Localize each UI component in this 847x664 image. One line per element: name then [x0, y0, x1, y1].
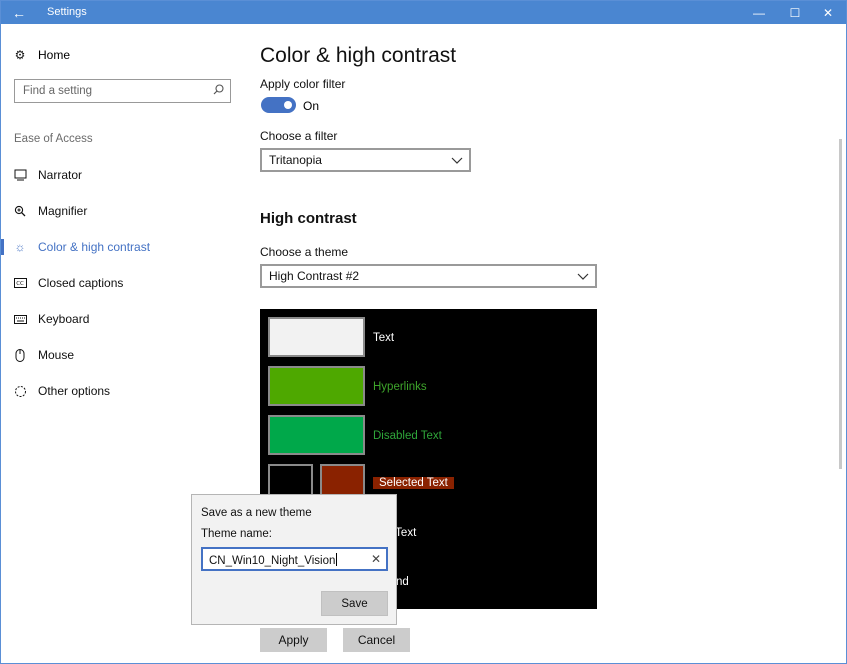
back-arrow-icon: ←	[12, 4, 26, 21]
maximize-button[interactable]: ☐	[777, 1, 813, 24]
disabled-text-color-label: Disabled Text	[373, 430, 442, 442]
sidebar-item-label: Magnifier	[38, 204, 88, 218]
filter-dropdown[interactable]: Tritanopia	[260, 148, 471, 172]
sidebar-item-keyboard[interactable]: Keyboard	[1, 301, 241, 337]
dialog-save-button[interactable]: Save	[321, 591, 388, 616]
save-theme-dialog: Save as a new theme Theme name: CN_Win10…	[191, 494, 397, 625]
dialog-title: Save as a new theme	[201, 507, 312, 519]
mouse-icon	[13, 348, 27, 362]
minimize-icon: —	[753, 5, 765, 20]
sidebar-item-label: Home	[38, 48, 71, 62]
sidebar-item-home[interactable]: ⚙ Home	[13, 48, 70, 62]
close-icon: ✕	[822, 5, 834, 20]
theme-dropdown-value: High Contrast #2	[269, 269, 360, 283]
maximize-icon: ☐	[789, 5, 801, 20]
sidebar-item-label: Other options	[38, 384, 111, 398]
theme-name-text: CN_Win10_Night_Vision	[209, 555, 336, 567]
high-contrast-heading: High contrast	[260, 210, 357, 227]
chevron-down-icon	[451, 151, 463, 172]
apply-button[interactable]: Apply	[260, 628, 327, 652]
selected-text-color-label: Selected Text	[373, 477, 454, 489]
theme-label: Choose a theme	[260, 245, 349, 259]
color-filter-label: Apply color filter	[260, 77, 346, 91]
filter-label: Choose a filter	[260, 129, 338, 143]
window-title: Settings	[47, 6, 87, 18]
sidebar-item-label: Closed captions	[38, 276, 124, 290]
sidebar-item-label: Color & high contrast	[38, 240, 151, 254]
search-placeholder: Find a setting	[23, 85, 93, 97]
theme-name-value: CN_Win10_Night_Vision	[209, 553, 338, 567]
filter-dropdown-value: Tritanopia	[269, 153, 322, 167]
back-button[interactable]: ←	[1, 1, 37, 24]
vertical-scrollbar[interactable]	[839, 139, 842, 469]
svg-text:CC: CC	[16, 281, 24, 287]
hyperlinks-color-label: Hyperlinks	[373, 381, 427, 393]
cancel-button[interactable]: Cancel	[343, 628, 410, 652]
sidebar-item-narrator[interactable]: Narrator	[1, 157, 241, 193]
page-title: Color & high contrast	[260, 44, 457, 67]
gear-icon: ⚙	[14, 48, 26, 62]
color-filter-toggle[interactable]	[261, 97, 296, 113]
keyboard-icon	[13, 312, 27, 326]
narrator-icon	[13, 168, 27, 182]
disabled-text-color-swatch[interactable]	[268, 415, 365, 455]
text-color-swatch[interactable]	[268, 317, 365, 357]
sidebar-item-magnifier[interactable]: Magnifier	[1, 193, 241, 229]
other-options-icon	[13, 384, 27, 398]
captions-icon: CC	[13, 276, 27, 290]
settings-window: ← Settings — ☐ ✕ ⚙ Home Find a setting E…	[0, 0, 847, 664]
active-indicator	[1, 239, 4, 255]
theme-dropdown[interactable]: High Contrast #2	[260, 264, 597, 288]
sidebar-item-label: Narrator	[38, 168, 83, 182]
sidebar-item-color-high-contrast[interactable]: ☼ Color & high contrast	[1, 229, 241, 265]
magnifier-icon	[13, 204, 27, 218]
hyperlinks-color-swatch[interactable]	[268, 366, 365, 406]
sidebar-item-other-options[interactable]: Other options	[1, 373, 241, 409]
chevron-down-icon	[577, 267, 589, 288]
sidebar-item-mouse[interactable]: Mouse	[1, 337, 241, 373]
sidebar-item-label: Keyboard	[38, 312, 90, 326]
toggle-state-label: On	[303, 99, 320, 113]
toggle-knob	[284, 101, 292, 109]
brightness-icon: ☼	[14, 240, 26, 254]
text-color-label: Text	[373, 332, 395, 344]
search-input[interactable]: Find a setting	[14, 79, 231, 103]
minimize-button[interactable]: —	[741, 1, 777, 24]
sidebar-item-label: Mouse	[38, 348, 75, 362]
theme-name-label: Theme name:	[201, 528, 272, 540]
clear-input-icon[interactable]: ✕	[371, 552, 381, 566]
section-label: Ease of Access	[14, 133, 93, 145]
title-bar: ← Settings — ☐ ✕	[1, 1, 846, 24]
sidebar-item-closed-captions[interactable]: CC Closed captions	[1, 265, 241, 301]
search-icon	[213, 84, 224, 98]
close-button[interactable]: ✕	[810, 1, 846, 24]
sidebar-nav-list: Narrator Magnifier ☼ Color & high contra…	[1, 157, 241, 409]
theme-name-input[interactable]: CN_Win10_Night_Vision ✕	[201, 547, 388, 571]
text-caret	[336, 553, 338, 566]
